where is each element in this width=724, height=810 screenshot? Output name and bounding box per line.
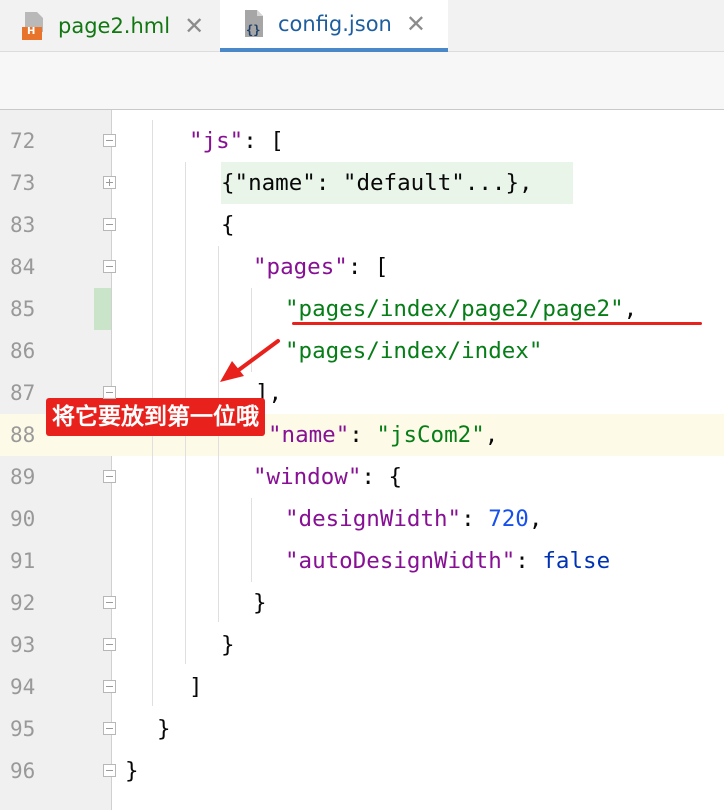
code-token: : [ [347, 254, 389, 280]
hml-file-icon: H [20, 11, 48, 41]
code-token: } [125, 758, 139, 784]
code-token: , [484, 422, 499, 448]
collapse-fold-icon[interactable] [103, 638, 116, 651]
line-number: 84 [10, 255, 36, 279]
line-number: 89 [10, 465, 36, 489]
expand-fold-icon[interactable] [103, 176, 116, 189]
collapse-fold-icon[interactable] [103, 470, 116, 483]
code-token: "pages/index/index" [285, 338, 543, 364]
code-text: ] [189, 666, 203, 708]
collapse-fold-icon[interactable] [103, 680, 116, 693]
line-number: 72 [10, 129, 36, 153]
code-text: } [253, 582, 267, 624]
code-token: false [542, 548, 611, 574]
code-token: {"name": "default"...} [221, 170, 520, 196]
code-token: { [221, 212, 235, 238]
code-token: , [528, 506, 543, 532]
tab-page2-hml[interactable]: H page2.hml ✕ [14, 0, 220, 52]
line-number: 96 [10, 759, 36, 783]
collapse-fold-icon[interactable] [103, 764, 116, 777]
code-token: "pages" [253, 254, 348, 280]
code-text: "name": "jsCom2", [268, 414, 498, 456]
code-token: 720 [488, 506, 529, 532]
code-token: ] [189, 674, 203, 700]
tab-label: page2.hml [58, 14, 171, 38]
line-number: 90 [10, 507, 36, 531]
red-underline-annotation [292, 322, 702, 325]
line-number: 83 [10, 213, 36, 237]
line-number: 86 [10, 339, 36, 363]
code-line[interactable]: 90 "designWidth": 720, [0, 498, 724, 540]
code-token: "pages/index/page2/page2" [285, 296, 624, 322]
code-token: } [221, 632, 235, 658]
code-text: "designWidth": 720, [285, 498, 542, 540]
code-token: : [515, 548, 543, 574]
code-line[interactable]: 86 "pages/index/index" [0, 330, 724, 372]
collapse-fold-icon[interactable] [103, 386, 116, 399]
code-token: "window" [253, 464, 362, 490]
code-token: "name" [268, 422, 350, 448]
line-number: 73 [10, 171, 36, 195]
code-text: "js": [ [189, 120, 284, 162]
code-token: : [ [243, 128, 284, 154]
code-token: , [623, 296, 638, 322]
code-token: "autoDesignWidth" [285, 548, 516, 574]
tab-config-json[interactable]: {} config.json ✕ [220, 0, 448, 52]
code-token: : [461, 506, 489, 532]
code-text: } [221, 624, 235, 666]
line-number: 85 [10, 297, 36, 321]
code-text: } [157, 708, 171, 750]
line-number: 93 [10, 633, 36, 657]
collapse-fold-icon[interactable] [103, 722, 116, 735]
code-line[interactable]: 91 "autoDesignWidth": false [0, 540, 724, 582]
breadcrumb-bar [0, 52, 724, 110]
code-text: { [221, 204, 235, 246]
editor-tab-bar: H page2.hml ✕ {} config.json ✕ [0, 0, 724, 52]
annotation-text: 将它要放到第一位哦 [46, 398, 265, 436]
line-number: 95 [10, 717, 36, 741]
code-text: {"name": "default"...}, [221, 162, 533, 204]
code-token: "js" [189, 128, 244, 154]
code-token: "jsCom2" [376, 422, 485, 448]
code-text: "pages/index/index" [285, 330, 542, 372]
collapse-fold-icon[interactable] [103, 134, 116, 147]
close-tab-config-icon[interactable]: ✕ [406, 10, 426, 38]
tab-label: config.json [278, 12, 392, 36]
code-token: : [349, 422, 377, 448]
code-text: "autoDesignWidth": false [285, 540, 610, 582]
close-tab-page2-icon[interactable]: ✕ [184, 12, 204, 40]
code-text: } [125, 750, 139, 792]
code-token: } [157, 716, 171, 742]
line-number: 91 [10, 549, 36, 573]
code-token: , [519, 170, 533, 196]
code-text: "pages": [ [253, 246, 388, 288]
collapse-fold-icon[interactable] [103, 596, 116, 609]
collapse-fold-icon[interactable] [103, 218, 116, 231]
line-number: 92 [10, 591, 36, 615]
json-file-icon: {} [240, 9, 268, 39]
collapse-fold-icon[interactable] [103, 260, 116, 273]
code-text: "window": { [253, 456, 402, 498]
line-number: 94 [10, 675, 36, 699]
code-token: "designWidth" [285, 506, 462, 532]
code-token: } [253, 590, 267, 616]
code-token: : { [361, 464, 403, 490]
